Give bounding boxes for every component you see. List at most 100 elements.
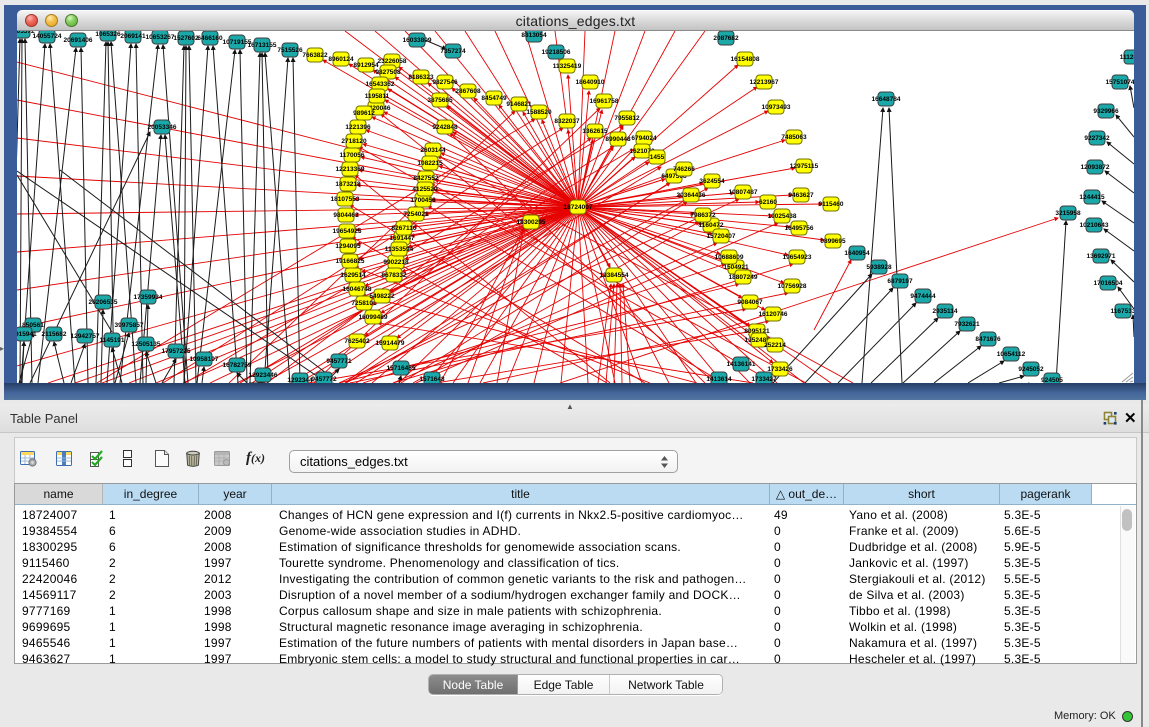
svg-text:16046748: 16046748	[343, 286, 372, 293]
svg-text:17957225: 17957225	[162, 348, 191, 355]
svg-text:17016504: 17016504	[1094, 280, 1123, 287]
svg-text:10688609: 10688609	[715, 254, 744, 261]
svg-text:16648784: 16648784	[872, 96, 901, 103]
svg-text:6879197: 6879197	[887, 278, 913, 285]
svg-text:9902218: 9902218	[383, 259, 409, 266]
svg-text:6466160: 6466160	[197, 35, 223, 42]
svg-text:1640954: 1640954	[844, 250, 870, 257]
svg-text:3915941: 3915941	[17, 331, 37, 338]
svg-text:20053346: 20053346	[148, 124, 177, 131]
svg-text:1082215: 1082215	[417, 160, 443, 167]
svg-text:16120746: 16120746	[759, 311, 788, 318]
svg-text:8960124: 8960124	[328, 56, 354, 63]
svg-text:1873218: 1873218	[335, 181, 361, 188]
svg-text:2867608: 2867608	[455, 88, 481, 95]
svg-text:8186323: 8186323	[408, 74, 434, 81]
svg-text:20364436: 20364436	[677, 192, 706, 199]
svg-text:1167533: 1167533	[1111, 308, 1134, 315]
svg-text:1571648: 1571648	[419, 376, 445, 383]
svg-text:9084067: 9084067	[737, 299, 763, 306]
svg-text:7955812: 7955812	[614, 115, 640, 122]
svg-text:9227342: 9227342	[1084, 135, 1110, 142]
svg-text:2087682: 2087682	[713, 35, 739, 42]
svg-text:18807249: 18807249	[729, 274, 758, 281]
svg-text:8454749: 8454749	[481, 95, 507, 102]
svg-text:9245052: 9245052	[1018, 366, 1044, 373]
svg-text:7515526: 7515526	[277, 47, 303, 54]
svg-text:1112873: 1112873	[1120, 54, 1134, 61]
svg-text:7663822: 7663822	[302, 52, 328, 59]
svg-text:9146821: 9146821	[506, 101, 532, 108]
svg-text:1733427: 1733427	[751, 376, 777, 383]
svg-text:19654925: 19654925	[333, 228, 362, 235]
svg-text:62160: 62160	[759, 199, 777, 206]
svg-text:2718120: 2718120	[341, 138, 367, 145]
svg-text:23226058: 23226058	[378, 58, 407, 65]
svg-text:13692971: 13692971	[1087, 253, 1116, 260]
svg-text:4125520: 4125520	[412, 186, 438, 193]
svg-text:7986372: 7986372	[690, 212, 716, 219]
svg-text:10654112: 10654112	[997, 351, 1026, 358]
svg-text:7625402: 7625402	[344, 338, 370, 345]
svg-text:9242848: 9242848	[432, 124, 458, 131]
svg-text:15716485: 15716485	[387, 365, 416, 372]
svg-text:16713155: 16713155	[248, 42, 277, 49]
svg-text:1160472: 1160472	[699, 222, 724, 229]
svg-text:9457772: 9457772	[311, 376, 337, 383]
svg-text:8267110: 8267110	[392, 225, 417, 232]
svg-text:7254021: 7254021	[403, 211, 429, 218]
svg-text:5498222: 5498222	[369, 293, 395, 300]
svg-text:14055724: 14055724	[33, 33, 62, 40]
svg-text:8990448: 8990448	[605, 136, 631, 143]
svg-text:12213967: 12213967	[750, 79, 779, 86]
svg-text:19384554: 19384554	[600, 272, 629, 279]
svg-text:6794024: 6794024	[631, 135, 657, 142]
svg-text:8471676: 8471676	[975, 336, 1001, 343]
svg-text:16914479: 16914479	[376, 340, 405, 347]
svg-text:1292344: 1292344	[287, 377, 313, 383]
svg-text:924505: 924505	[1041, 377, 1063, 383]
svg-text:9463627: 9463627	[788, 192, 814, 199]
svg-text:11353594: 11353594	[385, 246, 414, 253]
svg-text:18640910: 18640910	[576, 79, 605, 86]
svg-text:8678332: 8678332	[381, 272, 407, 279]
svg-text:7357274: 7357274	[440, 48, 466, 55]
svg-text:16495756: 16495756	[785, 225, 814, 232]
svg-text:1691447: 1691447	[389, 235, 415, 242]
svg-text:1629514: 1629514	[340, 272, 366, 279]
svg-text:9827546: 9827546	[432, 79, 458, 86]
svg-text:12923446: 12923446	[249, 372, 278, 379]
svg-text:10210643: 10210643	[1080, 222, 1109, 229]
svg-text:17359934: 17359934	[134, 294, 163, 301]
svg-text:1455: 1455	[650, 154, 665, 161]
svg-text:1588520: 1588520	[526, 109, 552, 116]
svg-text:15751074: 15751074	[1106, 79, 1134, 86]
svg-text:2069141: 2069141	[120, 33, 146, 40]
svg-text:10807487: 10807487	[729, 189, 758, 196]
svg-text:16154808: 16154808	[731, 56, 760, 63]
svg-text:252214: 252214	[764, 342, 786, 349]
svg-text:9804463: 9804463	[333, 212, 359, 219]
svg-text:3875685: 3875685	[427, 97, 453, 104]
svg-text:3215958: 3215958	[1055, 210, 1081, 217]
svg-text:9457771: 9457771	[326, 358, 352, 365]
svg-text:2603144: 2603144	[420, 147, 446, 154]
svg-text:18300295: 18300295	[517, 219, 546, 226]
svg-text:15720407: 15720407	[707, 233, 736, 240]
svg-text:10756928: 10756928	[778, 283, 807, 290]
svg-text:12942757: 12942757	[71, 333, 100, 340]
svg-text:11325419: 11325419	[553, 63, 582, 70]
svg-text:16099489: 16099489	[359, 314, 388, 321]
svg-text:8322037: 8322037	[554, 118, 580, 125]
svg-text:5938928: 5938928	[866, 264, 892, 271]
svg-text:12975115: 12975115	[790, 163, 819, 170]
svg-text:12213369: 12213369	[336, 166, 365, 173]
svg-text:1362615: 1362615	[582, 128, 608, 135]
svg-text:3624554: 3624554	[699, 178, 725, 185]
svg-text:14136141: 14136141	[727, 361, 756, 368]
svg-text:9329966: 9329966	[1093, 108, 1119, 115]
svg-text:10958107: 10958107	[190, 356, 219, 363]
svg-text:1065326: 1065326	[95, 31, 121, 38]
svg-text:8912954: 8912954	[353, 62, 379, 69]
svg-text:12093872: 12093872	[1081, 164, 1110, 171]
